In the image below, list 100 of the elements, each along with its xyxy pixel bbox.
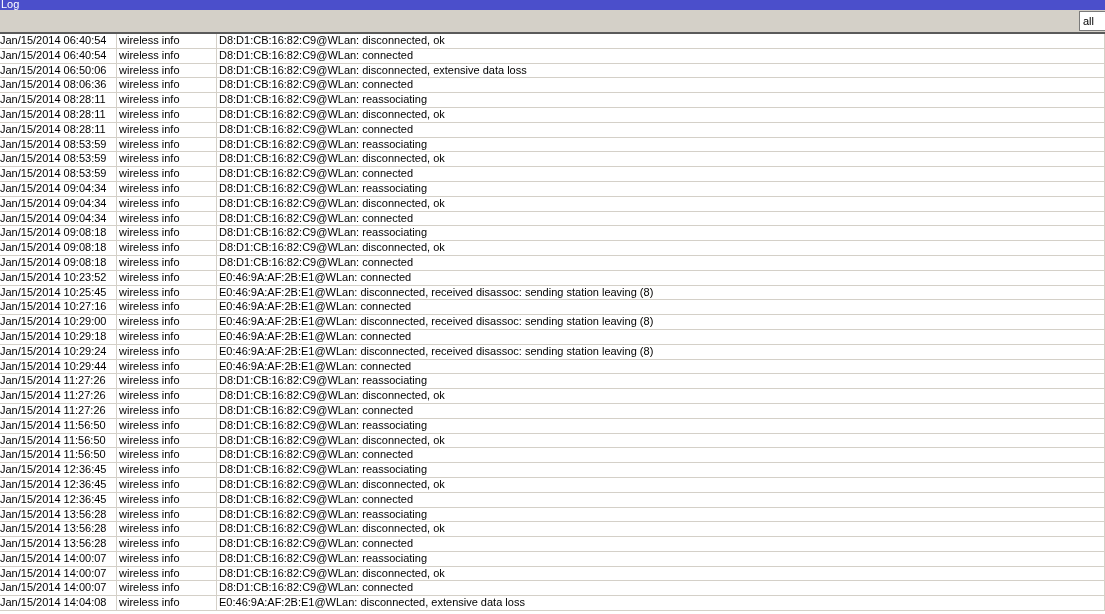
topic-cell: wireless info [117, 403, 217, 418]
topic-cell: wireless info [117, 226, 217, 241]
time-cell: Jan/15/2014 09:04:34 [0, 196, 117, 211]
time-cell: Jan/15/2014 06:40:54 [0, 48, 117, 63]
time-cell: Jan/15/2014 08:28:11 [0, 122, 117, 137]
topic-cell: wireless info [117, 137, 217, 152]
time-cell: Jan/15/2014 09:08:18 [0, 255, 117, 270]
topic-cell: wireless info [117, 211, 217, 226]
topic-cell: wireless info [117, 300, 217, 315]
message-cell: D8:D1:CB:16:82:C9@WLan: connected [217, 78, 1105, 93]
topic-cell: wireless info [117, 566, 217, 581]
time-cell: Jan/15/2014 12:36:45 [0, 463, 117, 477]
topic-cell: wireless info [117, 522, 217, 537]
message-cell: D8:D1:CB:16:82:C9@WLan: reassociating [217, 507, 1105, 522]
message-cell: D8:D1:CB:16:82:C9@WLan: disconnected, ok [217, 108, 1105, 122]
message-cell: D8:D1:CB:16:82:C9@WLan: disconnected, ok [217, 34, 1105, 48]
message-cell: E0:46:9A:AF:2B:E1@WLan: connected [217, 300, 1105, 315]
message-cell: D8:D1:CB:16:82:C9@WLan: connected [217, 255, 1105, 270]
time-cell: Jan/15/2014 08:28:11 [0, 93, 117, 107]
time-cell: Jan/15/2014 14:00:07 [0, 566, 117, 581]
time-cell: Jan/15/2014 08:53:59 [0, 167, 117, 181]
topic-cell: wireless info [117, 93, 217, 107]
time-cell: Jan/15/2014 11:56:50 [0, 433, 117, 448]
message-cell: D8:D1:CB:16:82:C9@WLan: connected [217, 48, 1105, 63]
time-cell: Jan/15/2014 14:00:07 [0, 581, 117, 596]
message-cell: D8:D1:CB:16:82:C9@WLan: connected [217, 122, 1105, 137]
topic-cell: wireless info [117, 433, 217, 448]
time-cell: Jan/15/2014 08:06:36 [0, 78, 117, 93]
message-cell: E0:46:9A:AF:2B:E1@WLan: connected [217, 270, 1105, 285]
topic-cell: wireless info [117, 122, 217, 137]
message-cell: D8:D1:CB:16:82:C9@WLan: reassociating [217, 551, 1105, 566]
topic-cell: wireless info [117, 418, 217, 433]
message-cell: D8:D1:CB:16:82:C9@WLan: disconnected, ok [217, 389, 1105, 403]
message-cell: D8:D1:CB:16:82:C9@WLan: reassociating [217, 226, 1105, 241]
topic-cell: wireless info [117, 344, 217, 359]
topic-cell: wireless info [117, 389, 217, 403]
topic-cell: wireless info [117, 374, 217, 389]
topic-cell: wireless info [117, 167, 217, 181]
message-cell: D8:D1:CB:16:82:C9@WLan: connected [217, 211, 1105, 226]
topic-cell: wireless info [117, 581, 217, 596]
time-cell: Jan/15/2014 10:29:24 [0, 344, 117, 359]
time-cell: Jan/15/2014 06:40:54 [0, 34, 117, 48]
topic-cell: wireless info [117, 152, 217, 167]
time-cell: Jan/15/2014 10:29:44 [0, 359, 117, 374]
message-cell: D8:D1:CB:16:82:C9@WLan: reassociating [217, 374, 1105, 389]
time-cell: Jan/15/2014 13:56:28 [0, 537, 117, 551]
message-cell: D8:D1:CB:16:82:C9@WLan: connected [217, 537, 1105, 551]
time-cell: Jan/15/2014 06:50:06 [0, 63, 117, 78]
topic-cell: wireless info [117, 507, 217, 522]
time-cell: Jan/15/2014 10:29:00 [0, 315, 117, 329]
topic-cell: wireless info [117, 596, 217, 611]
time-cell: Jan/15/2014 09:04:34 [0, 211, 117, 226]
message-cell: D8:D1:CB:16:82:C9@WLan: reassociating [217, 93, 1105, 107]
time-cell: Jan/15/2014 11:27:26 [0, 374, 117, 389]
time-cell: Jan/15/2014 11:56:50 [0, 418, 117, 433]
message-cell: E0:46:9A:AF:2B:E1@WLan: connected [217, 359, 1105, 374]
message-cell: D8:D1:CB:16:82:C9@WLan: reassociating [217, 137, 1105, 152]
message-cell: E0:46:9A:AF:2B:E1@WLan: disconnected, received disassoc: sending station leaving (8) [217, 344, 1105, 359]
topic-cell: wireless info [117, 270, 217, 285]
message-cell: D8:D1:CB:16:82:C9@WLan: reassociating [217, 181, 1105, 196]
topic-cell: wireless info [117, 196, 217, 211]
time-cell: Jan/15/2014 12:36:45 [0, 492, 117, 507]
message-cell: D8:D1:CB:16:82:C9@WLan: disconnected, ok [217, 433, 1105, 448]
time-cell: Jan/15/2014 09:04:34 [0, 181, 117, 196]
topic-cell: wireless info [117, 463, 217, 477]
filter-dropdown[interactable]: all [1079, 11, 1105, 31]
topic-cell: wireless info [117, 255, 217, 270]
topic-cell: wireless info [117, 537, 217, 551]
topic-cell: wireless info [117, 108, 217, 122]
message-cell: D8:D1:CB:16:82:C9@WLan: connected [217, 492, 1105, 507]
topic-cell: wireless info [117, 359, 217, 374]
message-cell: D8:D1:CB:16:82:C9@WLan: connected [217, 403, 1105, 418]
message-cell: D8:D1:CB:16:82:C9@WLan: connected [217, 167, 1105, 181]
time-cell: Jan/15/2014 08:53:59 [0, 152, 117, 167]
topic-cell: wireless info [117, 329, 217, 344]
time-cell: Jan/15/2014 10:23:52 [0, 270, 117, 285]
message-cell: E0:46:9A:AF:2B:E1@WLan: disconnected, extensive data loss [217, 596, 1105, 611]
time-cell: Jan/15/2014 13:56:28 [0, 522, 117, 537]
time-cell: Jan/15/2014 10:27:16 [0, 300, 117, 315]
message-cell: D8:D1:CB:16:82:C9@WLan: connected [217, 448, 1105, 463]
topic-cell: wireless info [117, 241, 217, 255]
topic-cell: wireless info [117, 315, 217, 329]
time-cell: Jan/15/2014 11:56:50 [0, 448, 117, 463]
topic-cell: wireless info [117, 34, 217, 48]
time-cell: Jan/15/2014 09:08:18 [0, 226, 117, 241]
topic-cell: wireless info [117, 448, 217, 463]
topic-cell: wireless info [117, 285, 217, 300]
message-cell: D8:D1:CB:16:82:C9@WLan: disconnected, ok [217, 152, 1105, 167]
topic-cell: wireless info [117, 63, 217, 78]
time-cell: Jan/15/2014 09:08:18 [0, 241, 117, 255]
message-cell: E0:46:9A:AF:2B:E1@WLan: disconnected, received disassoc: sending station leaving (8) [217, 315, 1105, 329]
message-cell: D8:D1:CB:16:82:C9@WLan: disconnected, ok [217, 241, 1105, 255]
window-title: Log [0, 0, 20, 10]
topic-cell: wireless info [117, 492, 217, 507]
message-cell: D8:D1:CB:16:82:C9@WLan: disconnected, ok [217, 522, 1105, 537]
topic-cell: wireless info [117, 78, 217, 93]
message-cell: E0:46:9A:AF:2B:E1@WLan: connected [217, 329, 1105, 344]
time-cell: Jan/15/2014 14:00:07 [0, 551, 117, 566]
message-cell: D8:D1:CB:16:82:C9@WLan: disconnected, ok [217, 566, 1105, 581]
time-cell: Jan/15/2014 14:04:08 [0, 596, 117, 611]
